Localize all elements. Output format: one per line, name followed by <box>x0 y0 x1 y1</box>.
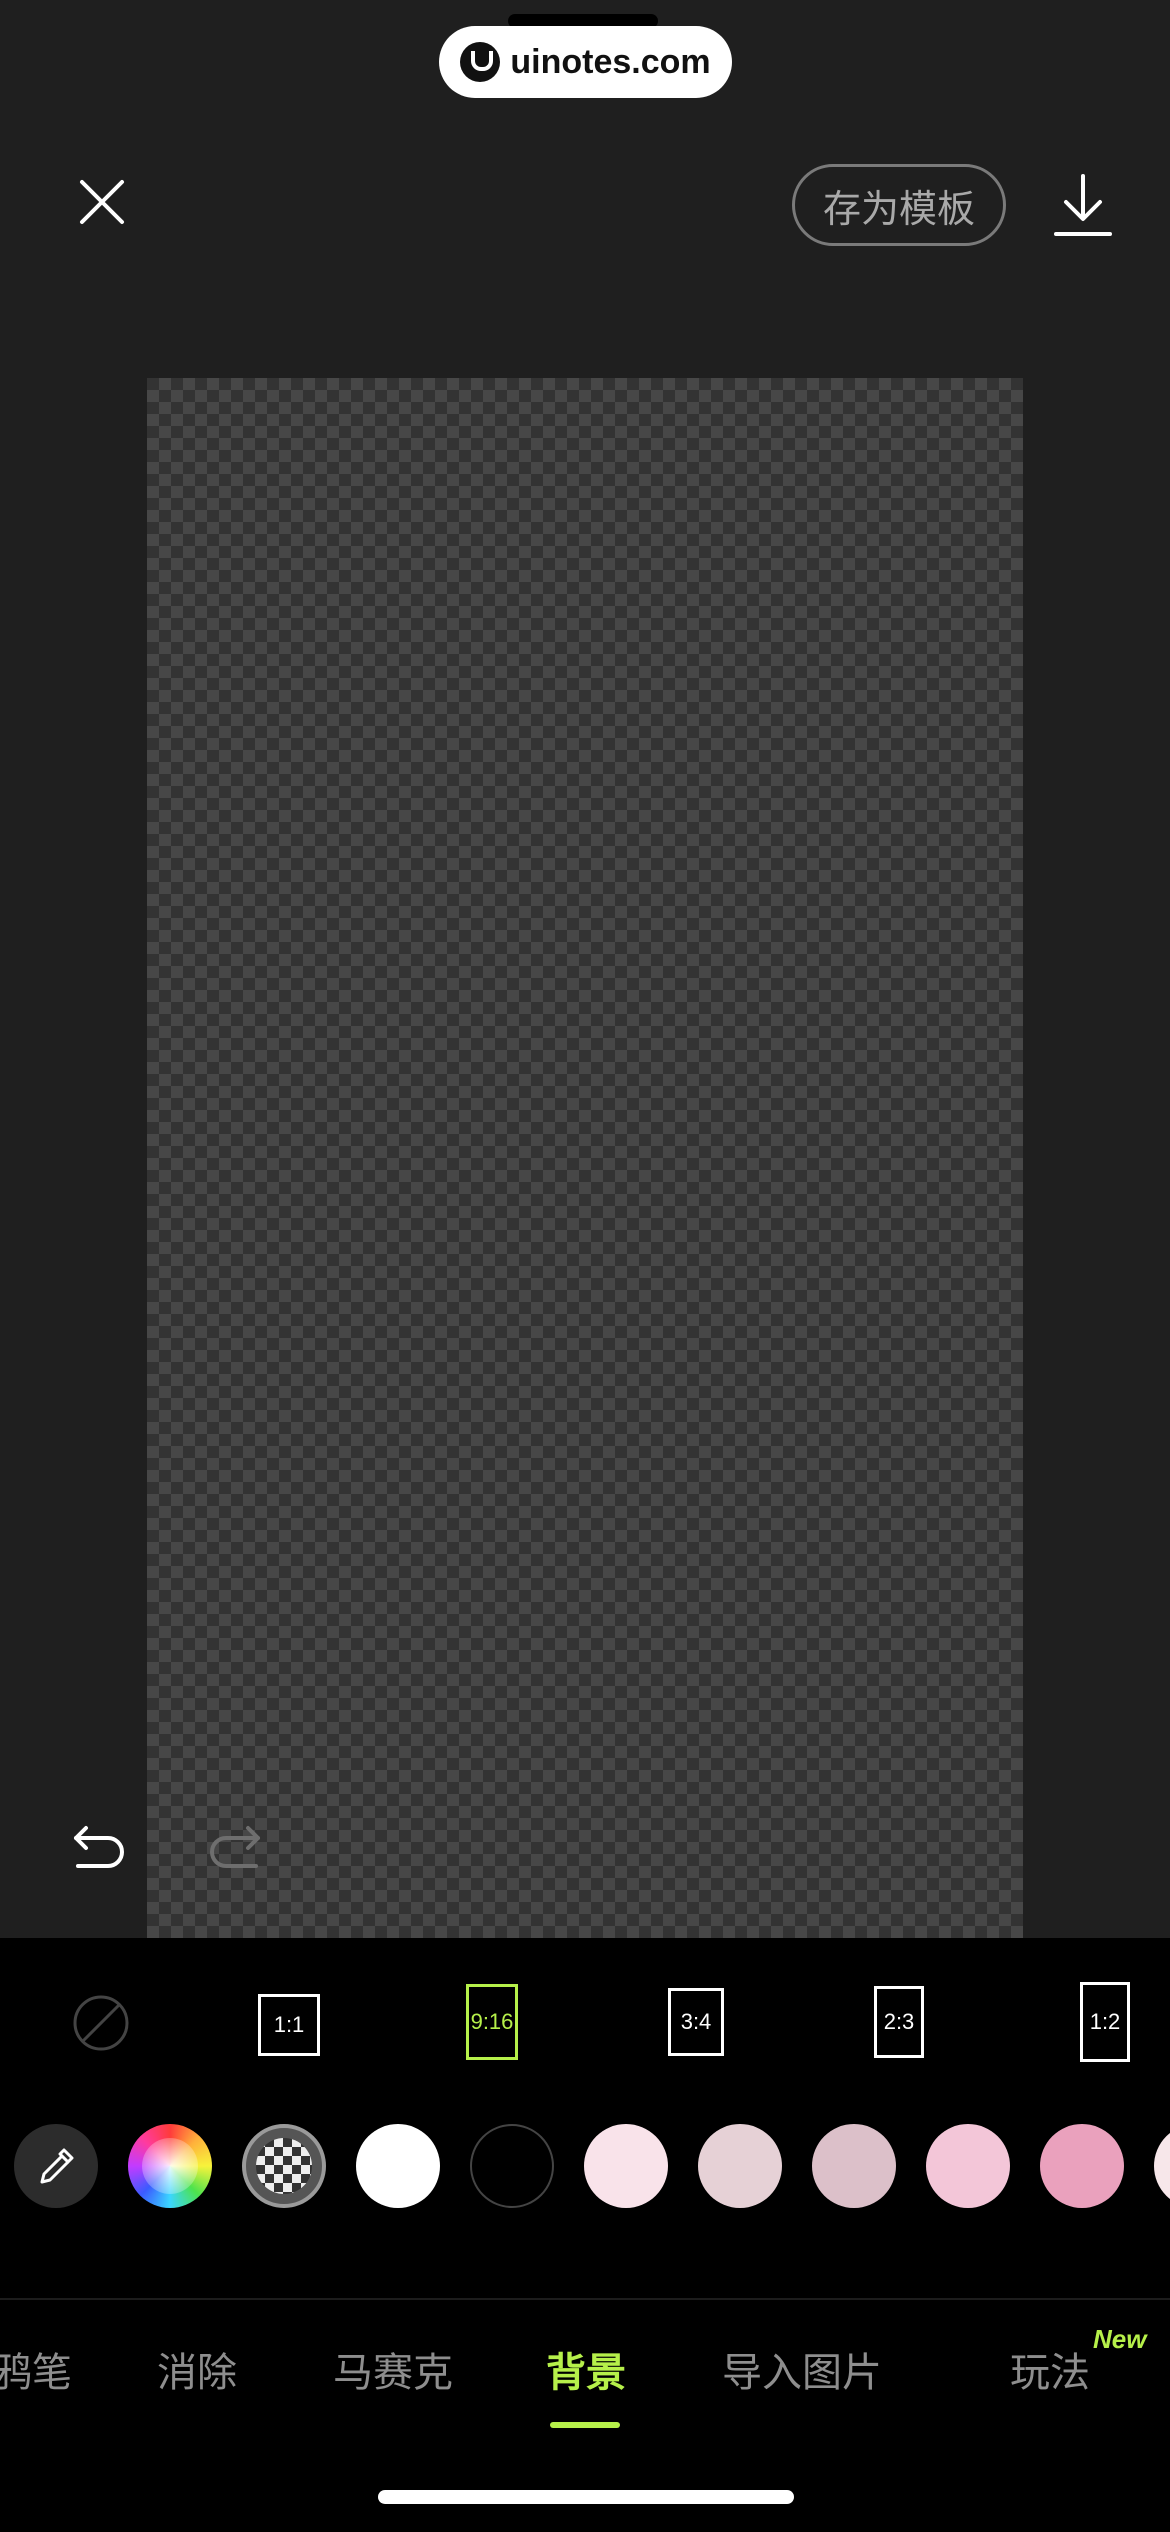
tab-brush[interactable]: 鸦笔 <box>0 2340 72 2398</box>
home-indicator[interactable] <box>378 2490 794 2504</box>
no-ratio-icon <box>73 1995 129 2051</box>
tab-divider <box>0 2298 1170 2300</box>
download-icon <box>1054 174 1112 236</box>
eyedropper-icon <box>40 2148 74 2184</box>
aspect-ratio-row: 1:1 9:16 3:4 2:3 1:2 <box>0 1970 1170 2070</box>
ratio-3-4[interactable]: 3:4 <box>668 1988 724 2056</box>
ratio-1-2[interactable]: 1:2 <box>1080 1982 1130 2062</box>
close-icon <box>80 180 124 224</box>
transparent-canvas[interactable] <box>147 378 1023 1938</box>
swatch-pink[interactable] <box>926 2124 1010 2208</box>
active-tab-indicator <box>550 2422 620 2428</box>
save-template-button[interactable]: 存为模板 <box>792 164 1006 246</box>
watermark-text: uinotes.com <box>510 42 711 81</box>
swatch-black[interactable] <box>470 2124 554 2208</box>
undo-icon <box>74 1826 124 1868</box>
tab-play[interactable]: 玩法 <box>1010 2340 1090 2398</box>
no-ratio-button[interactable] <box>72 1994 130 2052</box>
tab-mosaic[interactable]: 马赛克 <box>333 2340 453 2398</box>
close-button[interactable] <box>70 170 134 234</box>
transparent-checker-icon <box>256 2138 312 2194</box>
eyedropper-button[interactable] <box>14 2124 98 2208</box>
watermark-badge: uinotes.com <box>439 26 732 98</box>
swatch-mauve[interactable] <box>812 2124 896 2208</box>
swatch-blush[interactable] <box>1154 2124 1170 2208</box>
ratio-2-3[interactable]: 2:3 <box>874 1986 924 2058</box>
tab-erase[interactable]: 消除 <box>157 2340 237 2398</box>
undo-button[interactable] <box>72 1820 128 1876</box>
redo-icon <box>210 1826 260 1868</box>
ratio-1-1[interactable]: 1:1 <box>258 1994 320 2056</box>
transparent-color-button[interactable] <box>242 2124 326 2208</box>
swatch-rose[interactable] <box>1040 2124 1124 2208</box>
tab-import-image[interactable]: 导入图片 <box>722 2340 882 2398</box>
swatch-light-pink[interactable] <box>584 2124 668 2208</box>
swatch-dusty-rose[interactable] <box>698 2124 782 2208</box>
ratio-9-16[interactable]: 9:16 <box>466 1984 518 2060</box>
color-swatch-row <box>0 2124 1170 2214</box>
swatch-white[interactable] <box>356 2124 440 2208</box>
tab-background[interactable]: 背景 <box>546 2340 626 2398</box>
redo-button[interactable] <box>206 1820 262 1876</box>
color-wheel-icon[interactable] <box>128 2124 212 2208</box>
new-badge: New <box>1093 2324 1147 2354</box>
editor-screen: uinotes.com 存为模板 1:1 9:16 3:4 2:3 1:2 鸦笔… <box>0 0 1170 2532</box>
uinotes-logo-icon <box>460 42 501 82</box>
download-button[interactable] <box>1052 172 1114 240</box>
